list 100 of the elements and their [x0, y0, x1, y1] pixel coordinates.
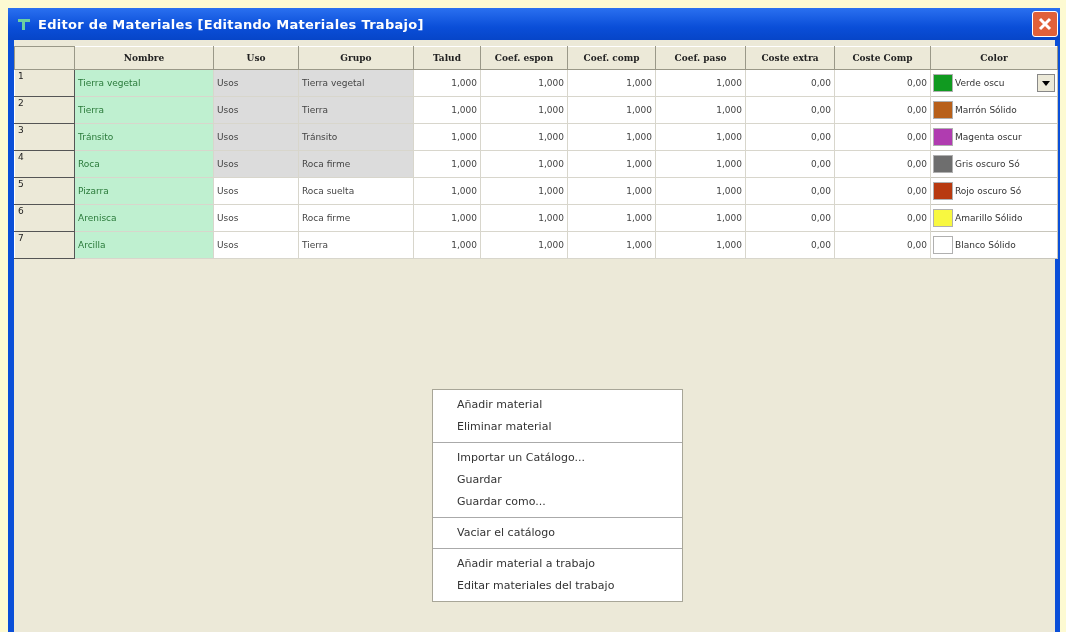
table-cell: 0,00 — [745, 231, 835, 259]
column-header[interactable]: Coste extra — [745, 46, 835, 70]
table-cell: 0,00 — [745, 123, 835, 151]
table-cell: Usos — [213, 150, 299, 178]
row-header[interactable]: 3 — [14, 123, 75, 151]
table-cell: 1,000 — [567, 204, 656, 232]
column-header[interactable]: Nombre — [74, 46, 214, 70]
table-cell: Arcilla — [74, 231, 214, 259]
table-cell: 1,000 — [413, 150, 481, 178]
table-cell: 1,000 — [413, 204, 481, 232]
column-header[interactable]: Color — [930, 46, 1058, 70]
table-cell: 1,000 — [655, 96, 746, 124]
table-cell: Tierra — [298, 231, 414, 259]
color-label: Verde oscu — [955, 78, 1006, 88]
table-cell: 1,000 — [567, 177, 656, 205]
window-title: Editor de Materiales [Editando Materiales Trabajo] — [38, 16, 425, 32]
table-cell: Usos — [213, 177, 299, 205]
table-cell: 0,00 — [745, 177, 835, 205]
table-cell: 1,000 — [413, 177, 481, 205]
table-cell: 0,00 — [745, 204, 835, 232]
color-cell[interactable]: Amarillo Sólido — [930, 204, 1058, 232]
menu-item[interactable]: Vaciar el catálogo — [433, 522, 682, 544]
color-label: Blanco Sólido — [955, 240, 1017, 250]
table-cell: Tierra — [298, 96, 414, 124]
color-cell[interactable]: Gris oscuro Só — [930, 150, 1058, 178]
table-cell: 0,00 — [834, 204, 931, 232]
app-icon — [16, 16, 32, 32]
row-header[interactable]: 1 — [14, 69, 75, 97]
table-cell: Tierra vegetal — [298, 69, 414, 97]
table-cell: 1,000 — [413, 123, 481, 151]
table-cell: Tránsito — [74, 123, 214, 151]
table-cell: Roca — [74, 150, 214, 178]
menu-item[interactable]: Guardar como... — [433, 491, 682, 513]
menu-item[interactable]: Guardar — [433, 469, 682, 491]
row-header[interactable]: 5 — [14, 177, 75, 205]
table-cell: 1,000 — [413, 231, 481, 259]
color-label: Marrón Sólido — [955, 105, 1018, 115]
table-cell: 0,00 — [834, 231, 931, 259]
table-cell: 0,00 — [834, 123, 931, 151]
table-cell: 1,000 — [480, 231, 568, 259]
table-cell: Usos — [213, 204, 299, 232]
table-cell: 1,000 — [655, 177, 746, 205]
table-cell: 1,000 — [655, 231, 746, 259]
table-cell: Tránsito — [298, 123, 414, 151]
table-cell: 0,00 — [745, 69, 835, 97]
table-cell: 1,000 — [480, 177, 568, 205]
table-cell: Usos — [213, 96, 299, 124]
table-cell: 1,000 — [480, 204, 568, 232]
table-cell: 1,000 — [567, 231, 656, 259]
table-cell: 1,000 — [567, 150, 656, 178]
table-cell: Usos — [213, 231, 299, 259]
menu-item[interactable]: Importar un Catálogo... — [433, 447, 682, 469]
table-cell: 1,000 — [567, 96, 656, 124]
table-cell: 0,00 — [834, 150, 931, 178]
menu-item[interactable]: Añadir material — [433, 394, 682, 416]
table-cell: 1,000 — [413, 69, 481, 97]
row-header[interactable]: 7 — [14, 231, 75, 259]
column-header[interactable]: Coef. espon — [480, 46, 568, 70]
row-header[interactable]: 6 — [14, 204, 75, 232]
column-header[interactable]: Grupo — [298, 46, 414, 70]
color-cell[interactable]: Blanco Sólido — [930, 231, 1058, 259]
row-header[interactable]: 4 — [14, 150, 75, 178]
table-cell: Roca firme — [298, 204, 414, 232]
table-cell: 0,00 — [745, 96, 835, 124]
close-button[interactable] — [1032, 11, 1058, 37]
menu-item[interactable]: Editar materiales del trabajo — [433, 575, 682, 597]
table-cell: 1,000 — [567, 69, 656, 97]
table-cell: Arenisca — [74, 204, 214, 232]
table-cell: 0,00 — [834, 177, 931, 205]
color-cell[interactable]: Rojo oscuro Só — [930, 177, 1058, 205]
dropdown-button[interactable] — [1037, 74, 1055, 92]
column-header[interactable]: Coste Comp — [834, 46, 931, 70]
table-cell: 1,000 — [480, 123, 568, 151]
column-header[interactable]: Coef. paso — [655, 46, 746, 70]
column-header[interactable]: Talud — [413, 46, 481, 70]
row-header[interactable]: 2 — [14, 96, 75, 124]
column-header[interactable]: Uso — [213, 46, 299, 70]
table-cell: 1,000 — [655, 204, 746, 232]
table-cell: 1,000 — [655, 123, 746, 151]
color-cell[interactable]: Marrón Sólido — [930, 96, 1058, 124]
close-icon — [1038, 17, 1052, 31]
table-cell: Tierra — [74, 96, 214, 124]
table-cell: 1,000 — [655, 69, 746, 97]
table-cell: 0,00 — [745, 150, 835, 178]
caret-icon — [1042, 80, 1050, 86]
menu-item[interactable]: Añadir material a trabajo — [433, 553, 682, 575]
table-cell: 1,000 — [655, 150, 746, 178]
table-cell: 0,00 — [834, 96, 931, 124]
color-label: Magenta oscur — [955, 132, 1023, 142]
menu-item[interactable]: Eliminar material — [433, 416, 682, 438]
table-cell: Tierra vegetal — [74, 69, 214, 97]
table-cell: 1,000 — [480, 96, 568, 124]
table-cell: 1,000 — [413, 96, 481, 124]
color-label: Rojo oscuro Só — [955, 186, 1023, 196]
table-cell: 1,000 — [567, 123, 656, 151]
table-cell: Roca firme — [298, 150, 414, 178]
column-header[interactable]: Coef. comp — [567, 46, 656, 70]
table-cell: 0,00 — [834, 69, 931, 97]
color-cell[interactable]: Verde oscu — [930, 69, 1058, 97]
color-cell[interactable]: Magenta oscur — [930, 123, 1058, 151]
